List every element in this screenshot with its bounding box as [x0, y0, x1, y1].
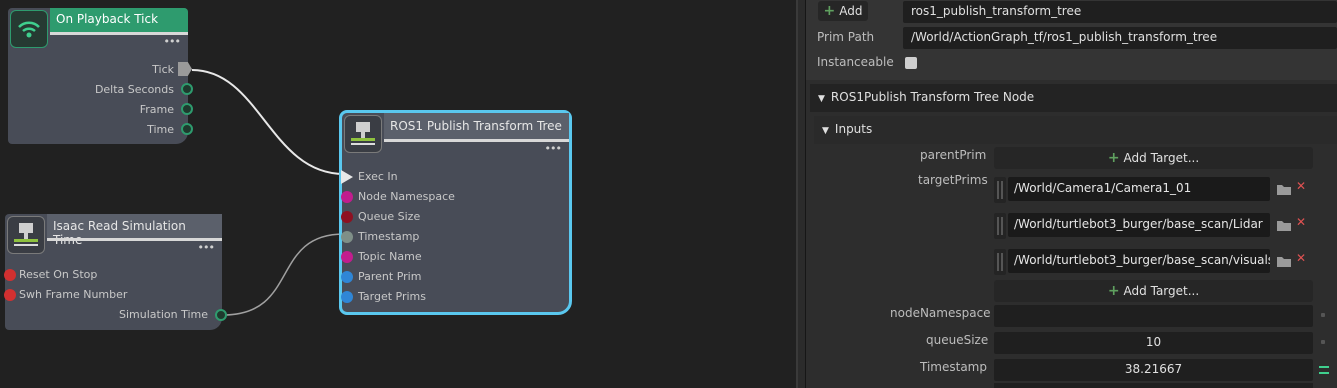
port-time[interactable]	[181, 123, 193, 135]
node-title: ROS1 Publish Transform Tree	[390, 119, 562, 133]
node-namespace-label: nodeNamespace	[890, 306, 991, 320]
folder-icon[interactable]	[1274, 215, 1294, 235]
port-reset-on-stop[interactable]	[4, 269, 16, 281]
parent-prim-add-target-button[interactable]: + Add Target...	[994, 147, 1313, 169]
folder-icon[interactable]	[1274, 179, 1294, 199]
next-field-edge	[994, 383, 1313, 388]
port-topic-name-label: Topic Name	[358, 250, 422, 263]
prim-path-field[interactable]: /World/ActionGraph_tf/ros1_publish_trans…	[903, 27, 1337, 49]
inputs-section-header[interactable]: ▼ Inputs	[814, 116, 1337, 144]
node-title: On Playback Tick	[56, 12, 159, 26]
port-simulation-time-label: Simulation Time	[118, 308, 208, 321]
header-underline	[384, 139, 569, 142]
port-frame[interactable]	[181, 103, 193, 115]
port-timestamp-label: Timestamp	[358, 230, 420, 243]
port-target-prims-label: Target Prims	[358, 290, 426, 303]
parent-prim-label: parentPrim	[920, 148, 987, 162]
port-delta-seconds[interactable]	[181, 83, 193, 95]
connected-indicator	[1319, 366, 1329, 374]
queue-size-field[interactable]: 10	[994, 332, 1313, 354]
target-prim-row[interactable]: /World/turtlebot3_burger/base_scan/visua…	[994, 249, 1314, 275]
wire-tick-to-exec-in	[191, 69, 345, 175]
remove-icon[interactable]: ✕	[1296, 179, 1310, 199]
port-queue-size-label: Queue Size	[358, 210, 421, 223]
target-prim-path[interactable]: /World/turtlebot3_burger/base_scan/Lidar	[1008, 213, 1270, 237]
wire-simtime-to-timestamp	[222, 233, 345, 316]
default-indicator	[1321, 340, 1325, 344]
port-simulation-time[interactable]	[215, 309, 227, 321]
plus-icon: +	[1107, 283, 1120, 299]
target-prims-label: targetPrims	[918, 173, 988, 187]
collapse-triangle-icon: ▼	[822, 126, 829, 136]
drag-handle[interactable]	[994, 213, 1006, 239]
port-time-label: Time	[147, 123, 174, 136]
target-prim-path[interactable]: /World/Camera1/Camera1_01	[1008, 177, 1270, 201]
node-title: Isaac Read Simulation Time	[53, 219, 186, 247]
node-section-title: ROS1Publish Transform Tree Node	[830, 90, 1035, 104]
node-menu-button[interactable]: •••	[164, 35, 181, 48]
plus-icon: +	[823, 3, 836, 19]
folder-icon[interactable]	[1274, 251, 1294, 271]
port-swh-frame-number-label: Swh Frame Number	[19, 288, 128, 301]
collapse-triangle-icon: ▼	[818, 94, 825, 104]
prim-name-field[interactable]: ros1_publish_transform_tree	[903, 1, 1337, 23]
plus-icon: +	[1107, 150, 1120, 166]
node-on-playback-tick[interactable]: On Playback Tick ••• Tick Delta Seconds …	[8, 8, 193, 144]
instanceable-checkbox[interactable]	[905, 57, 917, 69]
inputs-section-title: Inputs	[834, 122, 873, 136]
port-parent-prim[interactable]	[341, 271, 353, 283]
node-isaac-read-simulation-time[interactable]: Isaac Read Simulation Time ••• Reset On …	[4, 214, 227, 330]
timestamp-label: Timestamp	[920, 360, 987, 374]
drag-handle[interactable]	[994, 249, 1006, 275]
node-section-header[interactable]: ▼ ROS1Publish Transform Tree Node	[810, 84, 1337, 112]
port-node-namespace[interactable]	[341, 191, 353, 203]
queue-size-label: queueSize	[926, 333, 989, 347]
header-underline	[47, 238, 222, 241]
port-exec-in-label: Exec In	[358, 170, 398, 183]
target-prim-row[interactable]: /World/turtlebot3_burger/base_scan/Lidar…	[994, 213, 1314, 239]
port-reset-on-stop-label: Reset On Stop	[19, 268, 98, 281]
prim-path-label: Prim Path	[817, 30, 875, 44]
node-ros1-publish-transform-tree[interactable]: ROS1 Publish Transform Tree ••• Exec In …	[339, 110, 572, 315]
drag-handle[interactable]	[994, 177, 1006, 203]
add-target-label: Add Target...	[1123, 284, 1200, 298]
port-node-namespace-label: Node Namespace	[358, 190, 455, 203]
wifi-icon	[10, 10, 48, 48]
target-prim-path[interactable]: /World/turtlebot3_burger/base_scan/visua…	[1008, 249, 1270, 273]
ros-node-icon	[344, 115, 382, 153]
port-frame-label: Frame	[139, 103, 174, 116]
remove-icon[interactable]: ✕	[1296, 251, 1310, 271]
timestamp-field[interactable]: 38.21667	[994, 359, 1313, 381]
port-delta-seconds-label: Delta Seconds	[94, 83, 174, 96]
node-namespace-field[interactable]	[994, 305, 1313, 327]
graph-canvas[interactable]: On Playback Tick ••• Tick Delta Seconds …	[0, 0, 796, 388]
port-swh-frame-number[interactable]	[4, 289, 16, 301]
add-button[interactable]: + Add	[818, 1, 868, 21]
instanceable-label: Instanceable	[817, 55, 894, 69]
target-prim-row[interactable]: /World/Camera1/Camera1_01 ✕	[994, 177, 1314, 203]
port-target-prims[interactable]	[341, 291, 353, 303]
add-target-label: Add Target...	[1123, 151, 1200, 165]
node-menu-button[interactable]: •••	[198, 241, 215, 254]
remove-icon[interactable]: ✕	[1296, 215, 1310, 235]
port-parent-prim-label: Parent Prim	[358, 270, 422, 283]
ros-node-icon	[7, 216, 45, 254]
property-panel: + Add ros1_publish_transform_tree Prim P…	[806, 0, 1337, 388]
exec-in-port[interactable]	[341, 170, 353, 184]
default-indicator	[1321, 313, 1325, 317]
port-queue-size[interactable]	[341, 211, 353, 223]
panel-splitter[interactable]	[796, 0, 806, 388]
port-topic-name[interactable]	[341, 251, 353, 263]
node-menu-button[interactable]: •••	[545, 142, 562, 155]
target-prims-add-target-button[interactable]: + Add Target...	[994, 280, 1313, 302]
add-button-label: Add	[839, 4, 863, 18]
port-tick-label: Tick	[152, 63, 174, 76]
port-timestamp[interactable]	[341, 231, 353, 243]
